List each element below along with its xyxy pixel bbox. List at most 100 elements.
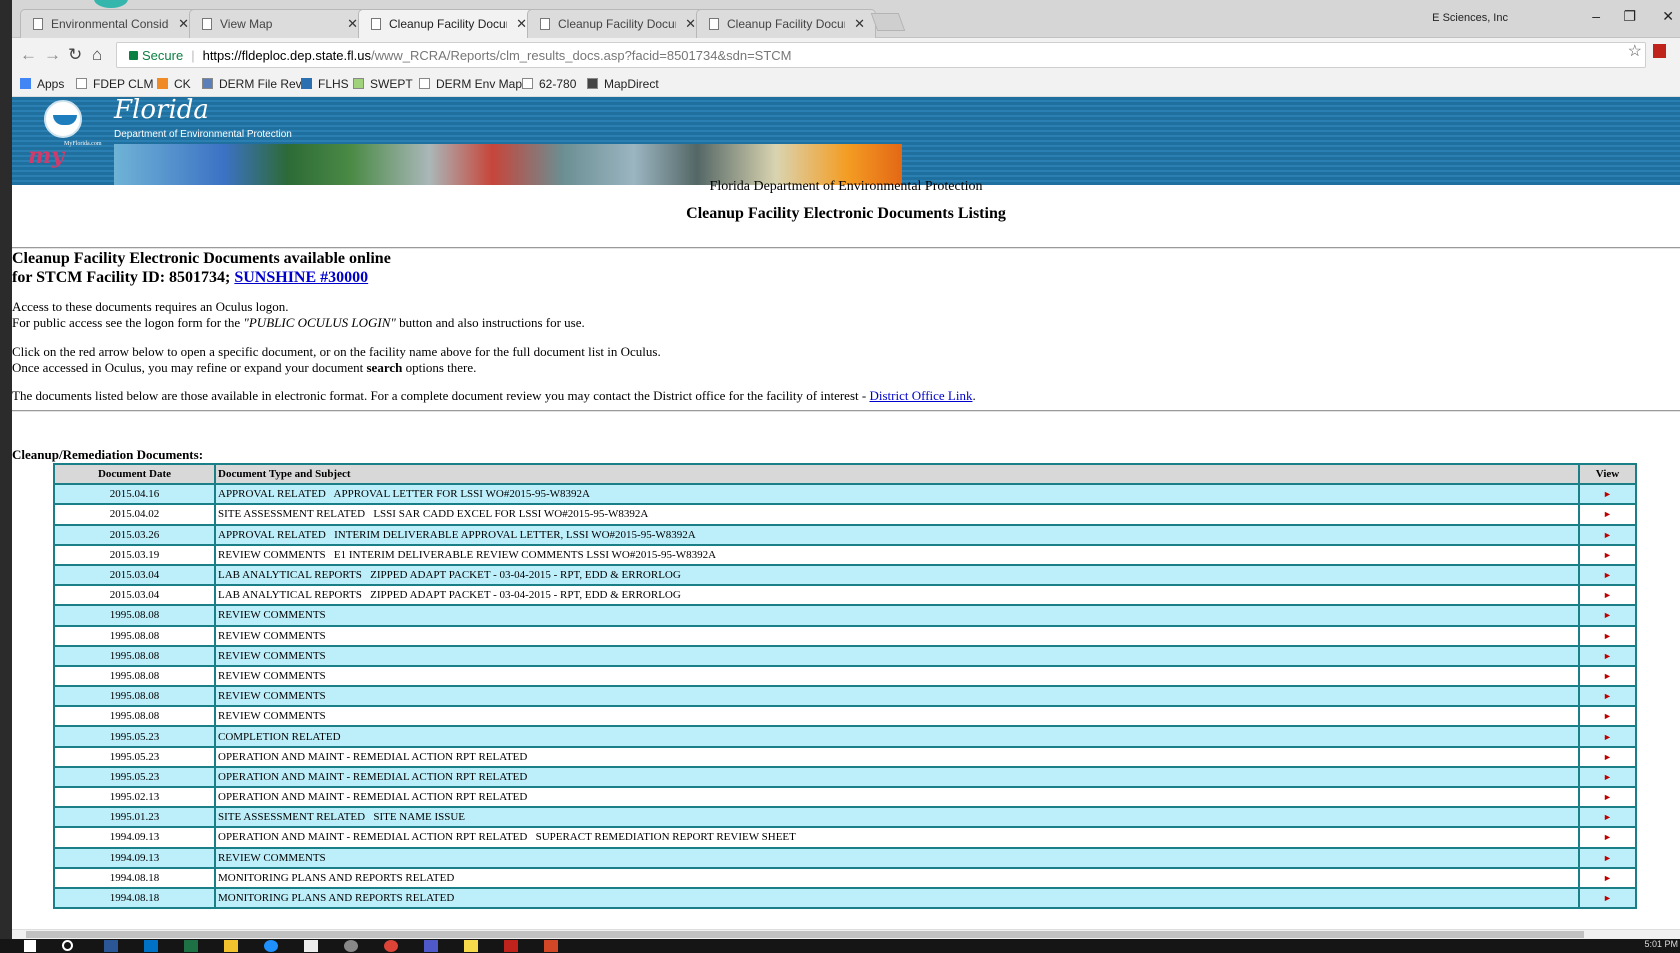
tab-environmental-considerations[interactable]: Environmental Considera✕	[20, 9, 200, 38]
powerpoint-icon[interactable]	[544, 940, 558, 952]
app-icon[interactable]	[344, 940, 358, 952]
document-date: 1994.09.13	[53, 826, 216, 849]
view-arrow-icon[interactable]: ►	[1603, 651, 1612, 661]
bookmark-ck[interactable]: CK	[157, 77, 191, 91]
view-arrow-icon[interactable]: ►	[1603, 812, 1612, 822]
tab-cleanup-facility-2[interactable]: Cleanup Facility Docume✕	[527, 9, 707, 38]
url-input[interactable]: Secure | https://fldeploc.dep.state.fl.us/…	[116, 42, 1646, 68]
view-arrow-icon[interactable]: ►	[1603, 671, 1612, 681]
bookmark-derm-file-rev[interactable]: DERM File Rev	[202, 77, 302, 91]
close-window-icon[interactable]: ✕	[1662, 8, 1674, 25]
view-arrow-icon[interactable]: ►	[1603, 570, 1612, 580]
view-document-cell: ►	[1578, 705, 1637, 728]
scrollbar-thumb[interactable]	[26, 931, 1584, 938]
bookmark-apps[interactable]: Apps	[20, 77, 64, 91]
minimize-icon[interactable]: –	[1592, 8, 1600, 24]
view-arrow-icon[interactable]: ►	[1603, 691, 1612, 701]
table-row: 1994.09.13 OPERATION AND MAINT - REMEDIAL…	[53, 826, 1637, 849]
horizontal-scrollbar[interactable]	[12, 929, 1680, 939]
notepad-icon[interactable]	[304, 940, 318, 952]
table-row: 1994.09.13 REVIEW COMMENTS ►	[53, 846, 1637, 869]
document-type-subject: OPERATION AND MAINT - REMEDIAL ACTION RP…	[214, 826, 1580, 849]
tab-strip: Environmental Considera✕ View Map✕ Clean…	[12, 0, 1680, 39]
tab-view-map[interactable]: View Map ✕	[189, 9, 369, 38]
column-header-date[interactable]: Document Date	[53, 462, 216, 486]
bookmark-62-780[interactable]: 62-780	[522, 77, 576, 91]
view-arrow-icon[interactable]: ►	[1603, 832, 1612, 842]
myflorida-logo[interactable]: my	[28, 143, 64, 169]
view-arrow-icon[interactable]: ►	[1603, 893, 1612, 903]
close-tab-icon[interactable]: ✕	[347, 16, 358, 32]
system-clock[interactable]: 5:01 PM	[1644, 939, 1678, 949]
column-header-type[interactable]: Document Type and Subject	[214, 462, 1580, 486]
close-tab-icon[interactable]: ✕	[178, 16, 189, 32]
view-document-cell: ►	[1578, 543, 1637, 566]
bookmark-star-icon[interactable]: ☆	[1628, 41, 1642, 61]
cortana-icon[interactable]	[62, 940, 73, 951]
edge-icon[interactable]	[264, 940, 278, 952]
district-office-link[interactable]: District Office Link	[869, 388, 972, 403]
view-arrow-icon[interactable]: ►	[1603, 853, 1612, 863]
view-arrow-icon[interactable]: ►	[1603, 732, 1612, 742]
sticky-notes-icon[interactable]	[464, 940, 478, 952]
view-document-cell: ►	[1578, 584, 1637, 607]
view-document-cell: ►	[1578, 563, 1637, 587]
forward-icon[interactable]: →	[44, 45, 61, 65]
bookmark-derm-env-map[interactable]: DERM Env Map	[419, 77, 522, 91]
new-tab-button[interactable]	[870, 13, 906, 31]
view-document-cell: ►	[1578, 523, 1637, 546]
close-tab-icon[interactable]: ✕	[516, 16, 527, 32]
document-type-subject: MONITORING PLANS AND REPORTS RELATED	[214, 866, 1580, 889]
view-arrow-icon[interactable]: ►	[1603, 509, 1612, 519]
view-arrow-icon[interactable]: ►	[1603, 610, 1612, 620]
florida-seal-icon	[44, 100, 82, 138]
outlook-icon[interactable]	[144, 940, 158, 952]
view-arrow-icon[interactable]: ►	[1603, 792, 1612, 802]
bookmark-flhs[interactable]: FLHS	[301, 77, 349, 91]
teams-icon[interactable]	[424, 940, 438, 952]
document-type-subject: REVIEW COMMENTS	[214, 846, 1580, 869]
view-document-cell: ►	[1578, 765, 1637, 789]
view-arrow-icon[interactable]: ►	[1603, 752, 1612, 762]
view-arrow-icon[interactable]: ►	[1603, 590, 1612, 600]
back-icon[interactable]: ←	[20, 45, 37, 65]
view-arrow-icon[interactable]: ►	[1603, 489, 1612, 499]
table-row: 2015.04.02 SITE ASSESSMENT RELATED LSSI S…	[53, 503, 1637, 526]
start-icon[interactable]	[24, 940, 36, 952]
word-icon[interactable]	[104, 940, 118, 952]
table-body: 2015.04.16 APPROVAL RELATED APPROVAL LETT…	[53, 483, 1637, 910]
bookmark-fdep-clm[interactable]: FDEP CLM	[76, 77, 153, 91]
bookmark-mapdirect[interactable]: MapDirect	[587, 77, 659, 91]
file-explorer-icon[interactable]	[224, 940, 238, 952]
facility-name-link[interactable]: SUNSHINE #30000	[234, 269, 368, 286]
view-document-cell: ►	[1578, 644, 1637, 667]
view-arrow-icon[interactable]: ►	[1603, 711, 1612, 721]
view-arrow-icon[interactable]: ►	[1603, 530, 1612, 540]
view-arrow-icon[interactable]: ►	[1603, 873, 1612, 883]
restore-icon[interactable]: ❐	[1623, 8, 1636, 25]
acrobat-extension-icon[interactable]	[1653, 44, 1666, 58]
chrome-icon[interactable]	[384, 940, 398, 952]
table-row: 1995.05.23 OPERATION AND MAINT - REMEDIAL…	[53, 745, 1637, 768]
acrobat-icon[interactable]	[504, 940, 518, 952]
reload-icon[interactable]: ↻	[68, 45, 82, 65]
view-arrow-icon[interactable]: ►	[1603, 550, 1612, 560]
tab-cleanup-facility-3[interactable]: Cleanup Facility Docume✕	[696, 9, 876, 38]
view-document-cell: ►	[1578, 826, 1637, 849]
view-arrow-icon[interactable]: ►	[1603, 772, 1612, 782]
profile-name[interactable]: E Sciences, Inc	[1432, 12, 1508, 24]
excel-icon[interactable]	[184, 940, 198, 952]
document-date: 1994.09.13	[53, 846, 216, 869]
close-tab-icon[interactable]: ✕	[685, 16, 696, 32]
close-tab-icon[interactable]: ✕	[854, 16, 865, 32]
document-type-subject: LAB ANALYTICAL REPORTS ZIPPED ADAPT PACK…	[214, 584, 1580, 607]
view-document-cell: ►	[1578, 785, 1637, 809]
document-type-subject: LAB ANALYTICAL REPORTS ZIPPED ADAPT PACK…	[214, 563, 1580, 587]
apps-grid-icon	[20, 78, 31, 89]
tab-cleanup-facility-active[interactable]: Cleanup Facility Docume✕	[358, 9, 538, 39]
column-header-view: View	[1578, 462, 1637, 486]
view-arrow-icon[interactable]: ►	[1603, 631, 1612, 641]
home-icon[interactable]: ⌂	[92, 45, 102, 65]
availability-heading: Cleanup Facility Electronic Documents av…	[12, 250, 391, 286]
bookmark-swept[interactable]: SWEPT	[353, 77, 413, 91]
